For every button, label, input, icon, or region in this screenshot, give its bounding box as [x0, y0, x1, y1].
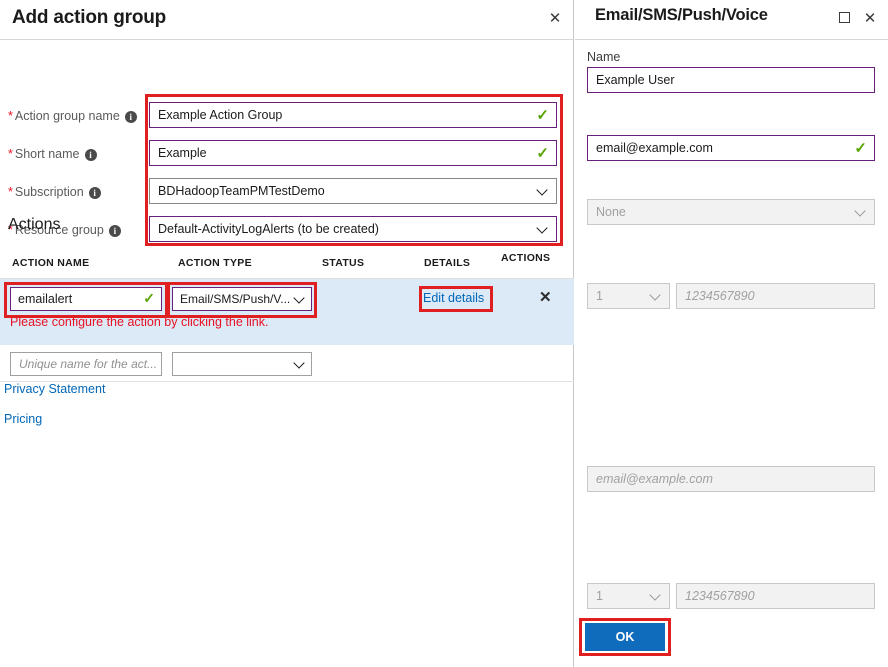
info-icon[interactable]: i [84, 149, 97, 161]
column-header-status: STATUS [322, 257, 365, 269]
required-marker: * [8, 185, 13, 199]
valid-check-icon: ✓ [536, 107, 549, 124]
info-icon[interactable]: i [124, 111, 137, 123]
chevron-down-icon [295, 359, 305, 369]
field-row-short-name: * Short name i Example ✓ [0, 138, 574, 176]
edit-details-link[interactable]: Edit details [423, 291, 484, 305]
action-name-input[interactable]: emailalert ✓ [10, 287, 162, 311]
label-name: Name [587, 50, 621, 64]
azure-portal-screen: Add action group ✕ * Action group name i E… [0, 0, 888, 667]
action-group-name-input[interactable]: Example Action Group ✓ [149, 102, 557, 128]
voice-country-code-dropdown[interactable]: 1 [587, 583, 670, 609]
voice-phone-input[interactable]: 1234567890 [676, 583, 875, 609]
column-header-action-name: ACTION NAME [12, 257, 90, 269]
required-marker: * [8, 109, 13, 123]
field-row-resource-group: * Resource group i Default-ActivityLogAler… [0, 214, 574, 252]
close-icon[interactable]: ✕ [545, 9, 565, 29]
field-row-subscription: * Subscription i BDHadoopTeamPMTestDemo [0, 176, 574, 214]
info-icon[interactable]: i [88, 187, 101, 199]
info-icon[interactable]: i [108, 225, 121, 237]
required-marker: * [8, 147, 13, 161]
valid-check-icon: ✓ [143, 290, 155, 306]
actions-table-header: ACTION NAME ACTION TYPE STATUS DETAILS A… [0, 249, 574, 279]
column-header-details: DETAILS [424, 257, 471, 269]
subscription-dropdown[interactable]: BDHadoopTeamPMTestDemo [149, 178, 557, 204]
remove-action-icon[interactable]: ✕ [539, 288, 552, 306]
close-icon[interactable]: ✕ [860, 9, 880, 29]
new-action-type-dropdown[interactable] [172, 352, 312, 376]
email-sms-push-voice-blade: Email/SMS/Push/Voice ✕ Name Example User… [575, 0, 888, 667]
add-action-group-blade: Add action group ✕ * Action group name i E… [0, 0, 574, 667]
column-header-action-type: ACTION TYPE [178, 257, 252, 269]
name-input[interactable]: Example User [587, 67, 875, 93]
label-subscription: * Subscription i [8, 185, 101, 199]
chevron-down-icon [295, 294, 305, 304]
chevron-down-icon [651, 291, 661, 301]
action-error-message: Please configure the action by clicking … [10, 315, 269, 329]
email-input[interactable]: email@example.com ✓ [587, 135, 875, 161]
right-panel-title: Email/SMS/Push/Voice [595, 6, 768, 24]
field-row-action-group-name: * Action group name i Example Action Group… [0, 100, 574, 138]
resource-group-dropdown[interactable]: Default-ActivityLogAlerts (to be created… [149, 216, 557, 242]
chevron-down-icon [538, 186, 548, 196]
valid-check-icon: ✓ [536, 145, 549, 162]
privacy-statement-link[interactable]: Privacy Statement [4, 382, 105, 396]
pricing-link[interactable]: Pricing [4, 412, 42, 426]
page-title: Add action group [12, 7, 167, 28]
table-row: emailalert ✓ Email/SMS/Push/V... [0, 279, 574, 345]
valid-check-icon: ✓ [854, 140, 867, 157]
chevron-down-icon [538, 224, 548, 234]
label-action-group-name: * Action group name i [8, 109, 137, 123]
action-type-dropdown[interactable]: Email/SMS/Push/V... [172, 287, 312, 311]
push-email-input[interactable]: email@example.com [587, 466, 875, 492]
maximize-icon[interactable] [834, 9, 854, 29]
sms-phone-input[interactable]: 1234567890 [676, 283, 875, 309]
sms-country-code-dropdown[interactable]: 1 [587, 283, 670, 309]
short-name-input[interactable]: Example ✓ [149, 140, 557, 166]
label-short-name: * Short name i [8, 147, 97, 161]
column-header-actions: ACTIONS [501, 252, 551, 264]
chevron-down-icon [856, 207, 866, 217]
new-action-name-input[interactable]: Unique name for the act... [10, 352, 162, 376]
ok-button[interactable]: OK [585, 623, 665, 651]
new-action-row: Unique name for the act... [0, 349, 574, 382]
actions-heading: Actions [8, 216, 61, 233]
arm-role-dropdown[interactable]: None [587, 199, 875, 225]
right-blade-header: Email/SMS/Push/Voice ✕ [575, 0, 888, 40]
chevron-down-icon [651, 591, 661, 601]
left-blade-header: Add action group ✕ [0, 0, 573, 40]
